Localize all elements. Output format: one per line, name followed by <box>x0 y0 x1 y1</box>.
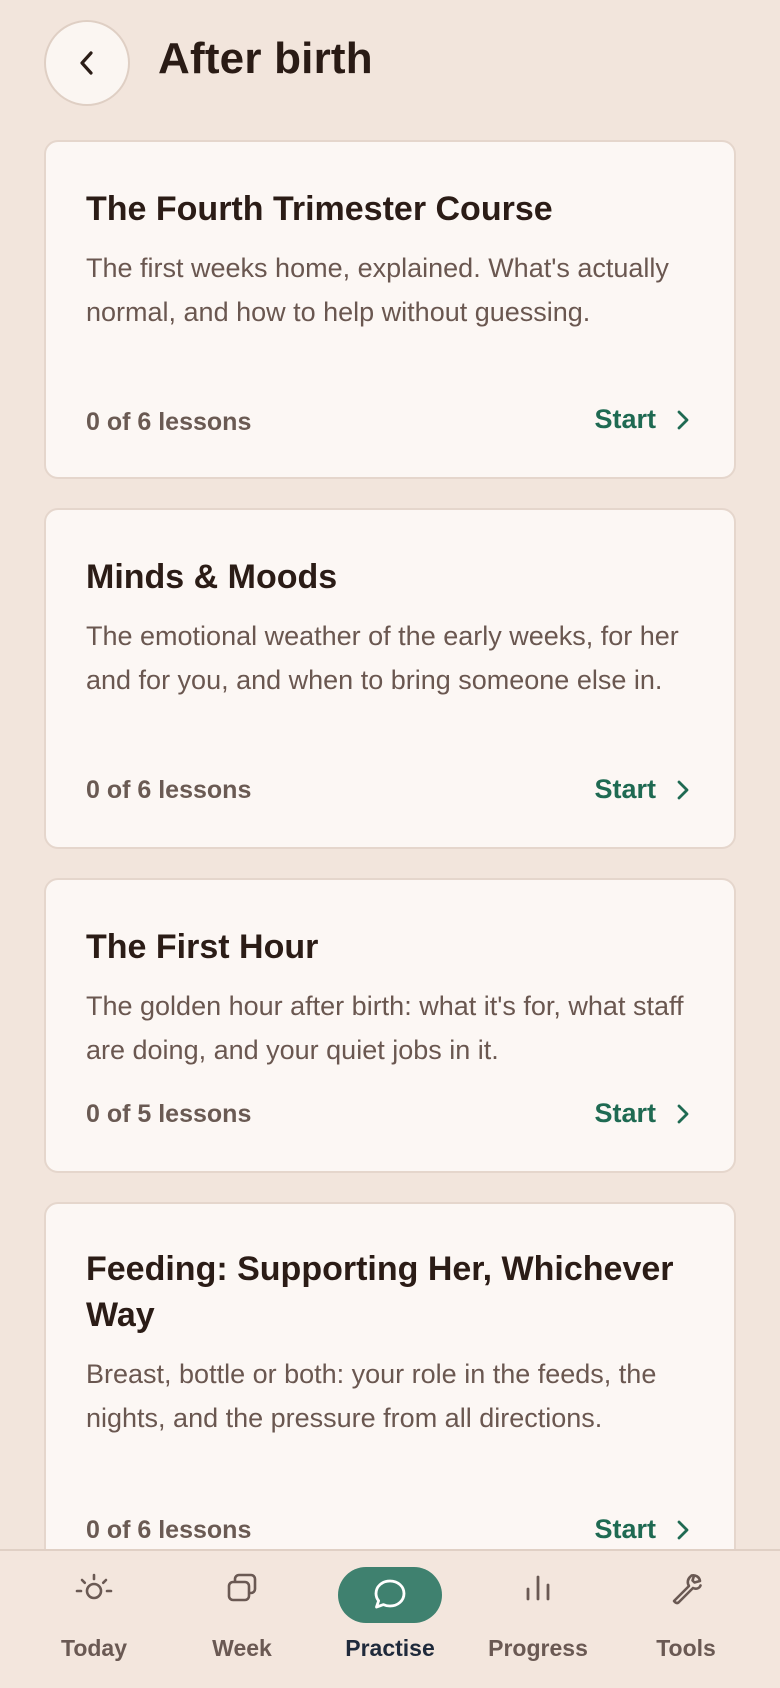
page-title: After birth <box>158 34 373 83</box>
lesson-progress: 0 of 5 lessons <box>86 1100 252 1128</box>
chevron-right-icon <box>676 1518 690 1542</box>
speech-bubble-icon <box>370 1575 410 1615</box>
nav-today[interactable]: Today <box>24 1551 164 1688</box>
course-description: The golden hour after birth: what it's f… <box>86 991 684 1065</box>
course-card-first-hour[interactable]: The First Hour The golden hour after bir… <box>44 878 736 1173</box>
lesson-progress: 0 of 6 lessons <box>86 1516 252 1544</box>
course-card-minds-moods[interactable]: Minds & Moods The emotional weather of t… <box>44 508 736 849</box>
course-title: Feeding: Supporting Her, Whichever Way <box>86 1250 674 1334</box>
nav-progress[interactable]: Progress <box>468 1551 608 1688</box>
nav-label: Week <box>212 1635 272 1661</box>
chevron-right-icon <box>676 778 690 802</box>
wrench-icon <box>666 1569 706 1609</box>
nav-label: Today <box>60 1635 128 1661</box>
chevron-right-icon <box>676 1102 690 1126</box>
top-bar: After birth <box>0 0 780 130</box>
course-title: The Fourth Trimester Course <box>86 190 553 228</box>
nav-label: Practise <box>345 1635 435 1661</box>
start-button[interactable]: Start <box>594 404 690 435</box>
back-button[interactable] <box>44 20 130 106</box>
nav-label: Tools <box>656 1635 716 1661</box>
nav-label: Progress <box>488 1635 588 1661</box>
stacked-cards-icon <box>222 1569 262 1609</box>
start-label: Start <box>594 404 656 434</box>
nav-tools[interactable]: Tools <box>616 1551 756 1688</box>
course-title: Minds & Moods <box>86 558 338 596</box>
start-button[interactable]: Start <box>594 1514 690 1545</box>
bottom-nav: Today Week Practise Progress Tools <box>0 1549 780 1688</box>
course-description: Breast, bottle or both: your role in the… <box>86 1359 657 1433</box>
active-indicator <box>338 1567 442 1623</box>
chevron-right-icon <box>676 408 690 432</box>
bar-chart-icon <box>518 1569 558 1609</box>
sun-icon <box>74 1569 114 1609</box>
start-label: Start <box>594 774 656 804</box>
start-label: Start <box>594 1514 656 1544</box>
lesson-progress: 0 of 6 lessons <box>86 776 252 804</box>
nav-practise[interactable]: Practise <box>320 1551 460 1688</box>
course-title: The First Hour <box>86 928 319 966</box>
lesson-progress: 0 of 6 lessons <box>86 408 252 436</box>
start-button[interactable]: Start <box>594 774 690 805</box>
nav-week[interactable]: Week <box>172 1551 312 1688</box>
start-label: Start <box>594 1098 656 1128</box>
chevron-left-icon <box>74 48 100 78</box>
course-description: The first weeks home, explained. What's … <box>86 253 669 327</box>
start-button[interactable]: Start <box>594 1098 690 1129</box>
screen: After birth The Fourth Trimester Course … <box>0 0 780 1688</box>
course-card-fourth-trimester[interactable]: The Fourth Trimester Course The first we… <box>44 140 736 479</box>
course-description: The emotional weather of the early weeks… <box>86 621 679 695</box>
